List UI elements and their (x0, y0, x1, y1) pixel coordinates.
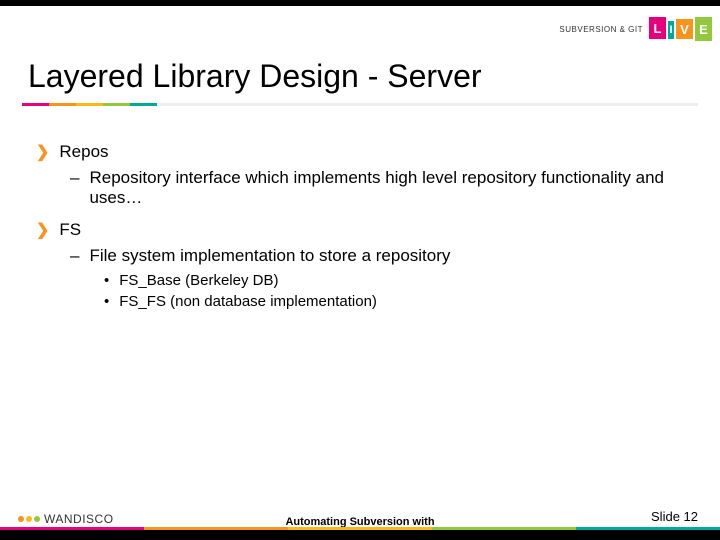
sub-bullet-label: Repository interface which implements hi… (89, 168, 680, 208)
header: SUBVERSION & GIT L I V E (0, 6, 720, 52)
chevron-right-icon: ❯ (36, 220, 49, 240)
logo-dots-icon (18, 516, 40, 522)
live-letter-l: L (649, 17, 666, 39)
subversion-git-label: SUBVERSION & GIT (559, 25, 643, 34)
wandisco-logo: WANDISCO (18, 512, 114, 526)
sub-bullet-label: File system implementation to store a re… (89, 246, 450, 266)
dash-icon: – (70, 168, 79, 208)
bullet-repos: ❯ Repos (36, 142, 680, 162)
bullet-fs: ❯ FS (36, 220, 680, 240)
live-logo: L I V E (649, 17, 712, 41)
bullet-label: FS (59, 220, 81, 240)
chevron-right-icon: ❯ (36, 142, 49, 162)
footer-bottom-bar (0, 530, 720, 540)
live-letter-i: I (668, 21, 674, 39)
bullet-dot-icon: • (104, 272, 109, 289)
bullet-label: Repos (59, 142, 108, 162)
slide-number: Slide 12 (651, 509, 698, 524)
sub-sub-bullet-label: FS_Base (Berkeley DB) (119, 272, 278, 289)
slide-title: Layered Library Design - Server (0, 52, 720, 95)
sub-bullet: – File system implementation to store a … (36, 246, 680, 266)
dash-icon: – (70, 246, 79, 266)
sub-sub-bullet-label: FS_FS (non database implementation) (119, 293, 377, 310)
live-letter-e: E (695, 17, 712, 41)
sub-bullet: – Repository interface which implements … (36, 168, 680, 208)
footer: WANDISCO Automating Subversion with Bind… (0, 496, 720, 540)
logo-text: WANDISCO (44, 512, 114, 526)
bullet-dot-icon: • (104, 293, 109, 310)
live-letter-v: V (676, 19, 693, 39)
content-area: ❯ Repos – Repository interface which imp… (0, 106, 720, 310)
sub-sub-bullet: • FS_FS (non database implementation) (36, 293, 680, 310)
sub-sub-bullet: • FS_Base (Berkeley DB) (36, 272, 680, 289)
